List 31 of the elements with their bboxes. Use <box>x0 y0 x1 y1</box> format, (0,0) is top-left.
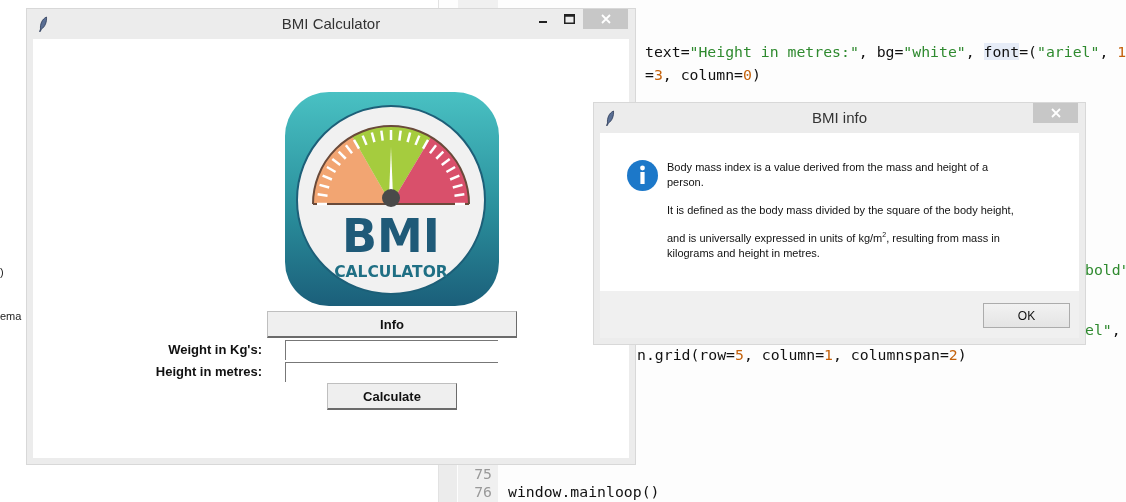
input-field[interactable] <box>285 362 498 382</box>
minimize-icon <box>538 21 547 23</box>
code-fragment: ) <box>0 266 4 278</box>
code-line: window.mainloop() <box>508 482 660 502</box>
message-text: It is defined as the body mass divided by the square of the body height, <box>667 203 1015 218</box>
logo-title: BMI <box>342 209 440 263</box>
feather-icon <box>38 16 48 32</box>
code-line: =3, column=0) <box>645 65 761 85</box>
info-icon <box>627 160 658 191</box>
code-fragment: ema <box>0 310 22 322</box>
field-label: Weight in Kg's: <box>167 341 262 359</box>
calculate-button[interactable]: Calculate <box>327 383 457 410</box>
code-line: el", <box>1085 320 1121 340</box>
scrollbar[interactable] <box>439 465 457 502</box>
line-number: 75 <box>473 464 492 484</box>
logo-subtitle: CALCULATOR <box>334 263 448 281</box>
feather-icon <box>605 110 615 126</box>
message-text: Body mass index is a value derived from the mass and height of a person. <box>667 160 989 190</box>
window-title: BMI Calculator <box>281 15 381 33</box>
code-line: n.grid(row=5, column=1, columnspan=2) <box>637 345 967 365</box>
input-field[interactable] <box>285 340 498 360</box>
field-label: Height in metres: <box>154 363 262 381</box>
maximize-icon <box>564 14 575 24</box>
close-icon <box>1050 108 1061 118</box>
ok-button[interactable]: OK <box>983 303 1070 328</box>
code-line: text="Height in metres:", bg="white", font=("ariel", 1 <box>645 42 1126 62</box>
close-icon <box>600 14 611 24</box>
message-text: and is universally expressed in units of kg/m$^{2}$, resulting from mass in kilograms and height in metres. <box>667 231 1001 261</box>
line-number: 76 <box>473 482 492 502</box>
info-button[interactable]: Info <box>267 311 517 338</box>
window-title: BMI info <box>812 109 867 127</box>
